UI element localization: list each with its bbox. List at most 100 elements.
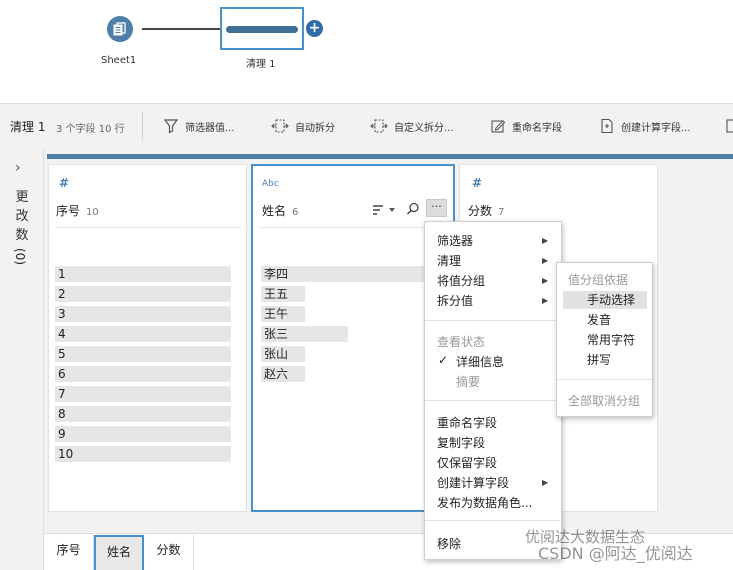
toolbar-divider	[142, 112, 143, 140]
filter-icon	[163, 119, 179, 134]
create-calc-field-label: 创建计算字段...	[621, 122, 691, 134]
group-by-header: 值分组依据	[568, 273, 629, 287]
value-bar[interactable]: 10	[55, 446, 231, 462]
card-divider	[261, 227, 447, 228]
auto-split-label: 自动拆分	[295, 122, 335, 134]
value-bar[interactable]: 8	[55, 406, 231, 422]
column-distinct-count: 6	[292, 207, 299, 218]
column-header-name: 姓名 6	[262, 202, 298, 219]
changes-count: (0)	[13, 248, 27, 265]
changes-label-char: 改	[15, 209, 29, 224]
custom-split-button[interactable]: 自定义拆分...	[370, 116, 454, 136]
value-bar[interactable]: 赵六	[261, 366, 305, 382]
string-type-icon[interactable]: Abc	[262, 179, 279, 189]
changes-label: 更 改 数	[14, 188, 30, 245]
value-bar[interactable]: 1	[55, 266, 231, 282]
menu-item-publish-data-role[interactable]: 发布为数据角色...	[437, 494, 532, 511]
submenu-item-manual-selection[interactable]: 手动选择	[587, 291, 635, 308]
expand-chevron-icon[interactable]: ›	[15, 160, 21, 176]
custom-split-label: 自定义拆分...	[394, 122, 454, 134]
grid-column-name[interactable]: 姓名	[94, 535, 144, 570]
value-bar[interactable]: 9	[55, 426, 231, 442]
rename-icon	[491, 120, 506, 133]
custom-split-icon	[370, 119, 388, 133]
calc-field-icon	[601, 118, 613, 134]
watermark-line-2: CSDN @阿达_优阅达	[538, 544, 693, 563]
column-name: 序号	[56, 204, 81, 218]
input-node-label: Sheet1	[101, 55, 137, 66]
search-icon[interactable]	[406, 202, 420, 216]
submenu-arrow-icon: ▶	[542, 276, 549, 285]
menu-item-filter[interactable]: 筛选器	[437, 232, 473, 249]
submenu-arrow-icon: ▶	[542, 256, 549, 265]
sheet-icon	[113, 22, 126, 36]
submenu-item-spelling[interactable]: 拼写	[587, 351, 611, 368]
column-header-index: 序号 10	[56, 202, 99, 219]
menu-item-clean[interactable]: 清理	[437, 252, 461, 269]
filter-values-button[interactable]: 筛选器值...	[163, 116, 235, 136]
column-header-score: 分数 7	[468, 202, 504, 219]
value-bar[interactable]: 张山	[261, 346, 305, 362]
value-bar[interactable]: 王午	[261, 306, 305, 322]
menu-item-keep-only-field[interactable]: 仅保留字段	[437, 454, 497, 471]
clean-step-label: 清理 1	[246, 59, 276, 70]
value-bar[interactable]: 2	[55, 286, 231, 302]
submenu-item-ungroup-all[interactable]: 全部取消分组	[568, 392, 640, 409]
changes-panel[interactable]: › 更 改 数 (0)	[0, 148, 44, 570]
submenu-arrow-icon: ▶	[542, 478, 549, 487]
menu-item-group-values[interactable]: 将值分组	[437, 272, 485, 289]
card-divider	[55, 227, 241, 228]
menu-item-detail-view[interactable]: 详细信息	[456, 353, 504, 370]
add-step-button[interactable]: +	[306, 20, 323, 37]
step-title: 清理 1	[10, 120, 46, 134]
menu-item-remove[interactable]: 移除	[437, 535, 461, 552]
grid-column-score[interactable]: 分数	[144, 535, 194, 570]
submenu-arrow-icon: ▶	[542, 236, 549, 245]
create-calc-field-button[interactable]: 创建计算字段...	[599, 116, 691, 136]
changes-label-char: 数	[15, 228, 29, 243]
grid-column-index[interactable]: 序号	[44, 535, 94, 570]
split-icon	[271, 119, 289, 133]
clean-step-node[interactable]	[220, 7, 304, 50]
value-bar[interactable]: 3	[55, 306, 231, 322]
menu-item-rename-field[interactable]: 重命名字段	[437, 414, 497, 431]
value-bar[interactable]: 张三	[261, 326, 348, 342]
flow-connector	[142, 28, 220, 30]
column-distinct-count: 10	[86, 207, 99, 218]
menu-separator	[425, 520, 561, 521]
rename-field-label: 重命名字段	[512, 122, 562, 134]
menu-item-split-values[interactable]: 拆分值	[437, 292, 473, 309]
auto-split-button[interactable]: 自动拆分	[271, 116, 335, 136]
input-node-sheet1[interactable]	[107, 16, 133, 42]
sort-icon[interactable]	[372, 203, 398, 217]
clean-step-bar	[226, 26, 298, 33]
step-toolbar: 清理 1 3 个字段 10 行 筛选器值... 自动拆分 自定义拆分... 重命…	[0, 103, 733, 148]
submenu-item-common-characters[interactable]: 常用字符	[587, 331, 635, 348]
menu-separator	[557, 379, 652, 380]
menu-item-create-calc-field[interactable]: 创建计算字段	[437, 474, 509, 491]
number-type-icon[interactable]: #	[59, 176, 69, 190]
column-name: 分数	[468, 204, 493, 218]
value-bar[interactable]: 6	[55, 366, 231, 382]
value-bar[interactable]: 7	[55, 386, 231, 402]
truncated-tool-icon	[726, 119, 733, 133]
profile-header-strip	[47, 154, 733, 159]
checkmark-icon: ✓	[438, 353, 449, 367]
submenu-arrow-icon: ▶	[542, 296, 549, 305]
submenu-item-pronunciation[interactable]: 发音	[587, 311, 611, 328]
rename-field-button[interactable]: 重命名字段	[490, 116, 562, 136]
view-state-header: 查看状态	[437, 335, 486, 349]
number-type-icon[interactable]: #	[472, 176, 482, 190]
value-bar[interactable]: 4	[55, 326, 231, 342]
overflow-toolbar-button[interactable]	[725, 116, 733, 136]
menu-separator	[425, 320, 561, 321]
menu-item-duplicate-field[interactable]: 复制字段	[437, 434, 485, 451]
group-values-submenu: 值分组依据 手动选择 发音 常用字符 拼写 全部取消分组	[556, 262, 653, 417]
more-options-button[interactable]: ···	[426, 199, 447, 217]
value-bar[interactable]: 王五	[261, 286, 305, 302]
step-meta: 3 个字段 10 行	[56, 124, 125, 135]
value-bar[interactable]: 5	[55, 346, 231, 362]
menu-item-summary-view[interactable]: 摘要	[456, 373, 480, 390]
field-context-menu: 筛选器 ▶ 清理 ▶ 将值分组 ▶ 拆分值 ▶ 查看状态 ✓ 详细信息 摘要 重…	[424, 221, 562, 560]
value-bar[interactable]: 李四	[261, 266, 425, 282]
